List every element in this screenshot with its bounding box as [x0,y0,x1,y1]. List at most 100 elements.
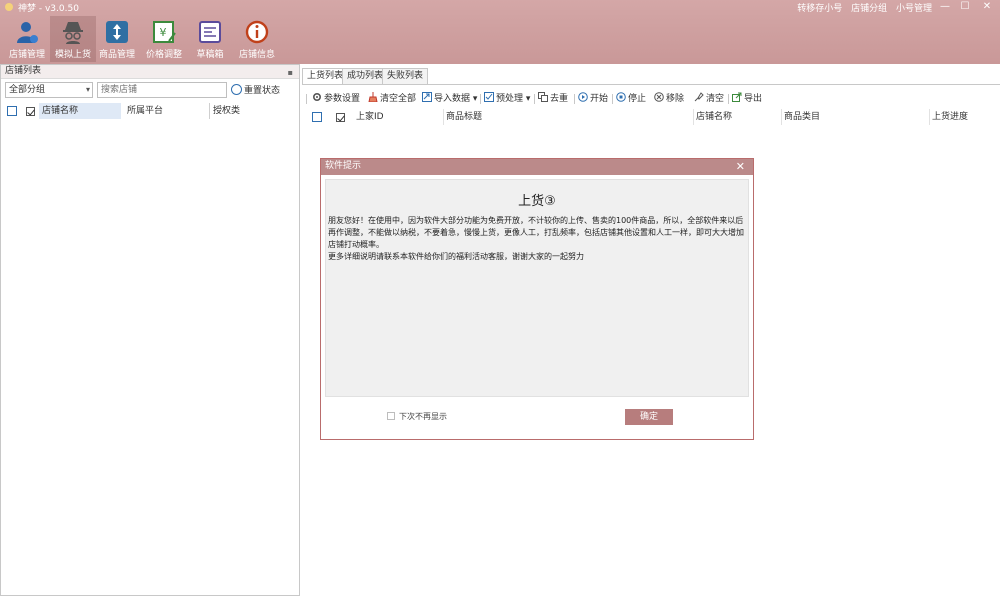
ribbon-label: 店铺管理 [8,50,45,60]
group-select-value: 全部分组 [9,85,46,95]
close-button[interactable]: ✕ [980,0,994,14]
stop-icon [616,92,626,102]
clear-all-button[interactable]: 清空全部 [368,91,416,107]
app-logo-icon [5,3,13,11]
remove-icon [654,92,664,102]
transfer-icon [106,21,128,43]
ribbon-label: 模拟上货 [54,50,91,60]
ribbon-price-adjust-button[interactable]: ¥ 价格调整 [141,16,187,62]
settings-label: 参数设置 [324,94,361,104]
stop-label: 停止 [628,94,647,104]
start-label: 开始 [590,94,609,104]
notice-dialog: 软件提示 ✕ 上货③ 朋友您好！在使用中，因为软件大部分功能为免费开放，不计较你… [320,158,754,440]
ribbon-product-manage-button[interactable]: 商品管理 [94,16,140,62]
maximize-button[interactable]: ☐ [958,0,972,14]
remove-button[interactable]: 移除 [654,91,684,107]
stop-button[interactable]: 停止 [616,91,646,107]
close-icon[interactable]: ✕ [736,159,745,174]
export-label: 导出 [744,94,763,104]
start-button[interactable]: 开始 [578,91,608,107]
settings-icon [312,92,322,102]
dialog-paragraph: 朋友您好！在使用中，因为软件大部分功能为免费开放，不计较你的上传、售卖的100件… [328,216,744,249]
title-bar: 神梦 - v3.0.50 转移存小号 店铺分组 小号管理 — ☐ ✕ [0,0,1000,14]
column-auth-type[interactable]: 授权类 [209,103,289,119]
select-all-checkbox[interactable] [336,112,345,122]
ribbon-simulate-upload-button[interactable]: 模拟上货 [50,16,96,62]
store-list-title: 店铺列表 [5,66,42,76]
ribbon-store-manage-button[interactable]: 店铺管理 [4,16,50,62]
column-store-name[interactable]: 店铺名称 [696,109,782,125]
play-icon [578,92,588,102]
column-chooser-icon[interactable] [312,112,322,122]
store-list-panel: 店铺列表 ▪ 全部分组 ▾ 重置状态 店铺名称 所属平台 授权类 [0,64,300,596]
column-platform[interactable]: 所属平台 [127,103,207,119]
titlebar-link-groups[interactable]: 店铺分组 [851,4,887,14]
titlebar-link-transfer[interactable]: 转移存小号 [797,4,842,14]
dialog-footer: 下次不再显示 确定 [321,403,753,433]
reset-icon [231,84,242,95]
reset-status-label: 重置状态 [244,86,281,96]
column-chooser-icon[interactable] [7,106,17,116]
do-not-show-again-checkbox[interactable]: 下次不再显示 [387,411,447,422]
info-icon [245,20,269,44]
chevron-down-icon: ▾ [85,85,90,94]
app-header: 神梦 - v3.0.50 转移存小号 店铺分组 小号管理 — ☐ ✕ 店铺管理 [0,0,1000,64]
price-tag-icon: ¥ [153,21,176,43]
export-button[interactable]: 导出 [732,91,762,107]
ok-button[interactable]: 确定 [625,409,673,425]
user-icon [17,22,38,43]
column-product-title[interactable]: 商品标题 [444,109,694,125]
reset-status-button[interactable]: 重置状态 [231,83,280,96]
import-data-button[interactable]: 导入数据 ▾ [422,91,477,107]
dedupe-label: 去重 [550,94,569,104]
column-source-id[interactable]: 上家ID [356,109,444,125]
store-list-header: 店铺列表 ▪ [1,65,299,79]
dialog-heading: 上货③ [518,194,556,209]
dedupe-button[interactable]: 去重 [538,91,568,107]
clear-all-label: 清空全部 [380,94,417,104]
dedupe-icon [538,92,548,102]
preprocess-icon [484,92,494,102]
clear-icon [694,92,704,102]
clear-label: 清空 [706,94,725,104]
checkbox-box [387,412,395,420]
dialog-title-bar: 软件提示 ✕ [321,159,753,175]
settings-button[interactable]: 参数设置 [312,91,360,107]
do-not-show-again-label: 下次不再显示 [399,412,447,421]
preprocess-button[interactable]: 预处理 ▾ [484,91,530,107]
broom-icon [368,92,378,102]
store-table-header: 店铺名称 所属平台 授权类 [5,103,297,119]
store-search-input[interactable] [97,82,227,98]
pin-icon[interactable]: ▪ [288,66,293,79]
store-filter-bar: 全部分组 ▾ 重置状态 [5,82,295,100]
titlebar-links: 转移存小号 店铺分组 小号管理 [791,1,932,14]
ribbon-store-info-button[interactable]: 店铺信息 [234,16,280,62]
column-progress[interactable]: 上货进度 [932,109,996,125]
group-select[interactable]: 全部分组 ▾ [5,82,93,98]
import-icon [422,92,432,102]
minimize-button[interactable]: — [938,0,952,14]
clear-button[interactable]: 清空 [694,91,724,107]
draft-box-icon [199,21,221,43]
dialog-paragraph: 更多详细说明请联系本软件给你们的福利活动客服，谢谢大家的一起努力 [328,252,584,261]
dialog-content: 上货③ 朋友您好！在使用中，因为软件大部分功能为免费开放，不计较你的上传、售卖的… [325,179,749,397]
remove-label: 移除 [666,94,685,104]
titlebar-link-accounts[interactable]: 小号管理 [896,4,932,14]
export-icon [732,92,742,102]
column-category[interactable]: 商品类目 [784,109,930,125]
ribbon-label: 店铺信息 [238,50,275,60]
ribbon-label: 草稿箱 [196,50,224,60]
tab-failed-list[interactable]: 失败列表 [382,68,429,84]
ribbon-drafts-button[interactable]: 草稿箱 [187,16,233,62]
dialog-title: 软件提示 [325,161,362,171]
ribbon-label: 价格调整 [145,50,182,60]
preprocess-label: 预处理 ▾ [496,94,531,104]
ribbon-label: 商品管理 [98,50,135,60]
spy-icon [63,22,83,44]
dialog-message: 朋友您好！在使用中，因为软件大部分功能为免费开放，不计较你的上传、售卖的100件… [328,215,746,263]
column-store-name[interactable]: 店铺名称 [39,103,121,119]
window-title: 神梦 - v3.0.50 [18,4,79,14]
upload-grid-header: 上家ID 商品标题 店铺名称 商品类目 上货进度 [306,109,996,125]
select-all-checkbox[interactable] [26,106,35,116]
import-data-label: 导入数据 ▾ [434,94,478,104]
